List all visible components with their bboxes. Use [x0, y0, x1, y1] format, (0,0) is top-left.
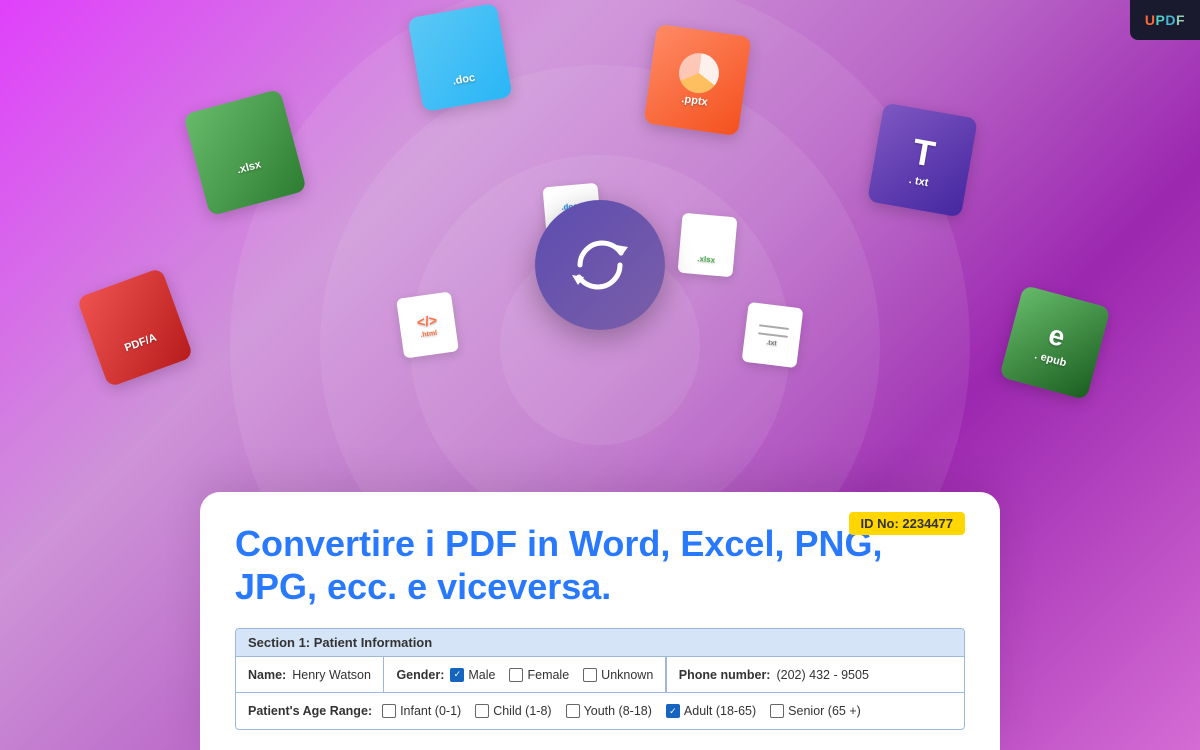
pptx-label: .pptx [681, 93, 709, 109]
adult-checkbox[interactable] [666, 704, 680, 718]
html-small-left-icon: </> .html [396, 291, 459, 358]
phone-cell: Phone number: (202) 432 - 9505 [667, 662, 881, 688]
age-infant[interactable]: Infant (0-1) [382, 704, 461, 718]
child-checkbox[interactable] [475, 704, 489, 718]
unknown-checkbox[interactable] [583, 668, 597, 682]
refresh-icon [570, 235, 630, 295]
gender-female[interactable]: Female [509, 668, 569, 682]
unknown-label: Unknown [601, 668, 653, 682]
form-row-1: Name: Henry Watson Gender: Male Female U… [236, 657, 964, 693]
gender-label: Gender: [396, 668, 444, 682]
age-adult[interactable]: Adult (18-65) [666, 704, 756, 718]
female-label: Female [527, 668, 569, 682]
name-value: Henry Watson [292, 668, 371, 682]
logo-text: UPDF [1145, 12, 1185, 28]
pdfa-file-icon: PDF/A [76, 267, 193, 387]
age-child[interactable]: Child (1-8) [475, 704, 551, 718]
updf-logo: UPDF [1130, 0, 1200, 40]
main-content-card: ID No: 2234477 Convertire i PDF in Word,… [200, 492, 1000, 750]
xlsx-file-icon: .xlsx [183, 89, 307, 216]
form-section-header: Section 1: Patient Information [236, 629, 964, 657]
age-cell: Patient's Age Range: Infant (0-1) Child … [236, 698, 873, 724]
age-youth[interactable]: Youth (8-18) [566, 704, 652, 718]
pptx-chart [676, 50, 721, 95]
txt-small-right-icon: .txt [742, 302, 804, 368]
gender-unknown[interactable]: Unknown [583, 668, 653, 682]
convert-button[interactable] [535, 200, 665, 330]
female-checkbox[interactable] [509, 668, 523, 682]
txt-label: . txt [908, 174, 929, 189]
xlsx-small-icon: .xlsx [677, 213, 737, 278]
form-row-2: Patient's Age Range: Infant (0-1) Child … [236, 693, 964, 729]
age-label: Patient's Age Range: [248, 704, 372, 718]
male-label: Male [468, 668, 495, 682]
phone-value: (202) 432 - 9505 [776, 668, 868, 682]
doc-file-icon: .doc [407, 3, 512, 112]
name-label: Name: [248, 668, 286, 682]
age-senior[interactable]: Senior (65 +) [770, 704, 861, 718]
youth-label: Youth (8-18) [584, 704, 652, 718]
main-title: Convertire i PDF in Word, Excel, PNG, JP… [235, 522, 935, 608]
name-cell: Name: Henry Watson [236, 662, 383, 688]
pptx-file-icon: .pptx [644, 24, 752, 136]
infant-label: Infant (0-1) [400, 704, 461, 718]
epub-label: . epub [1033, 349, 1067, 369]
adult-label: Adult (18-65) [684, 704, 756, 718]
gender-male[interactable]: Male [450, 668, 495, 682]
youth-checkbox[interactable] [566, 704, 580, 718]
infant-checkbox[interactable] [382, 704, 396, 718]
senior-label: Senior (65 +) [788, 704, 861, 718]
senior-checkbox[interactable] [770, 704, 784, 718]
gender-cell: Gender: Male Female Unknown [384, 662, 665, 688]
patient-form: Section 1: Patient Information Name: Hen… [235, 628, 965, 730]
phone-label: Phone number: [679, 668, 771, 682]
epub-file-icon: e . epub [999, 285, 1111, 400]
child-label: Child (1-8) [493, 704, 551, 718]
id-badge: ID No: 2234477 [849, 512, 966, 535]
txt-file-icon: T . txt [867, 103, 978, 218]
doc-label: .doc [452, 72, 476, 88]
male-checkbox[interactable] [450, 668, 464, 682]
